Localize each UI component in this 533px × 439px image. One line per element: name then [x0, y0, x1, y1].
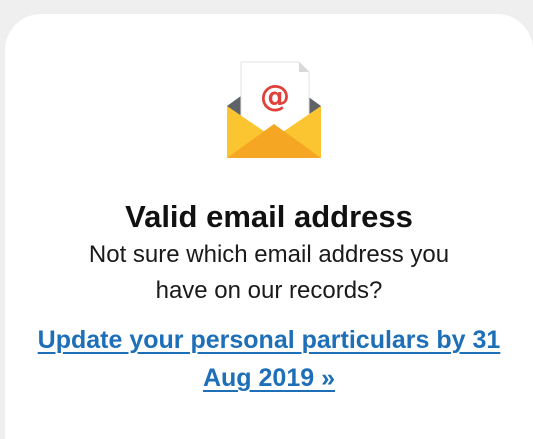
svg-text:@: @	[260, 79, 290, 114]
card-description: Not sure which email address you have on…	[88, 241, 450, 304]
email-info-card: @ Valid email address Not sure which ema…	[5, 14, 533, 439]
email-envelope-at-icon: @	[219, 54, 329, 164]
card-title: Valid email address	[125, 199, 413, 234]
update-particulars-link[interactable]: Update your personal particulars by 31 A…	[35, 321, 503, 397]
